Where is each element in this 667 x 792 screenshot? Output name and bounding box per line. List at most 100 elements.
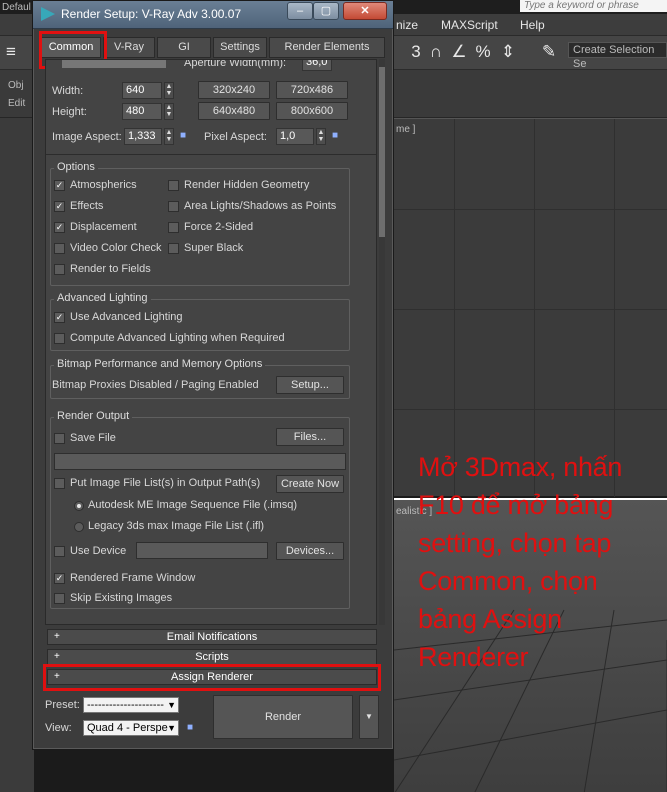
video-color-check-checkbox[interactable] xyxy=(54,243,65,254)
close-button[interactable]: ✕ xyxy=(343,2,387,20)
use-device-checkbox[interactable] xyxy=(54,546,65,557)
max-logo-icon xyxy=(41,7,55,21)
height-input[interactable]: 480 xyxy=(122,103,162,120)
devices-button[interactable]: Devices... xyxy=(276,542,344,560)
viewport-top-right[interactable] xyxy=(394,118,667,497)
preset-dropdown[interactable]: --------------------- ▼ xyxy=(83,697,179,713)
legacy-ifl-label: Legacy 3ds max Image File List (.ifl) xyxy=(88,520,265,532)
aperture-label: Aperture Width(mm): xyxy=(184,59,287,69)
super-black-label: Super Black xyxy=(184,242,244,254)
tab-render-elements[interactable]: Render Elements xyxy=(269,37,385,58)
output-path-field[interactable] xyxy=(54,453,346,470)
area-lights-label: Area Lights/Shadows as Points xyxy=(184,200,337,212)
menu-item-customize[interactable]: nize xyxy=(396,18,418,32)
angle-snap-icon[interactable]: ∠ xyxy=(448,40,470,64)
preset-800x600-button[interactable]: 800x600 xyxy=(276,102,348,120)
skip-existing-images-checkbox[interactable] xyxy=(54,593,65,604)
put-image-file-list-checkbox[interactable] xyxy=(54,478,65,489)
workspace-label: Defaul xyxy=(2,2,31,13)
save-file-checkbox[interactable] xyxy=(54,433,65,444)
image-aspect-input[interactable]: 1,333 xyxy=(124,128,162,145)
render-to-fields-label: Render to Fields xyxy=(70,263,151,275)
image-aspect-lock-icon[interactable]: ■ xyxy=(180,130,190,142)
force-2-sided-label: Force 2-Sided xyxy=(184,221,254,233)
search-input[interactable]: Type a keyword or phrase xyxy=(520,0,667,12)
menu-item-maxscript[interactable]: MAXScript xyxy=(441,18,498,32)
compute-advanced-lighting-checkbox[interactable] xyxy=(54,333,65,344)
rollout-label: Scripts xyxy=(195,651,229,663)
rollout-email-notifications[interactable]: + Email Notifications xyxy=(47,629,377,645)
render-hidden-geometry-checkbox[interactable] xyxy=(168,180,179,191)
rendered-frame-window-label: Rendered Frame Window xyxy=(70,572,196,584)
atmospherics-checkbox[interactable]: ✓ xyxy=(54,180,65,191)
select-list-icon[interactable]: ≡ xyxy=(0,40,22,64)
effects-checkbox[interactable]: ✓ xyxy=(54,201,65,212)
legacy-ifl-radio[interactable] xyxy=(74,522,84,532)
expand-icon: + xyxy=(54,651,60,662)
tab-settings[interactable]: Settings xyxy=(213,37,267,58)
super-black-checkbox[interactable] xyxy=(168,243,179,254)
video-color-check-label: Video Color Check xyxy=(70,242,162,254)
advanced-lighting-title: Advanced Lighting xyxy=(54,292,151,304)
preset-label: Preset: xyxy=(45,699,80,711)
view-value: Quad 4 - Perspe xyxy=(87,722,168,734)
aperture-value[interactable]: 36,0 xyxy=(302,60,332,71)
tab-vray[interactable]: V-Ray xyxy=(103,37,155,58)
device-field[interactable] xyxy=(136,542,268,559)
view-lock-icon[interactable]: ■ xyxy=(187,722,197,734)
use-advanced-lighting-checkbox[interactable]: ✓ xyxy=(54,312,65,323)
use-advanced-lighting-label: Use Advanced Lighting xyxy=(70,311,183,323)
pixel-aspect-label: Pixel Aspect: xyxy=(204,131,267,143)
pixel-aspect-spinner[interactable]: ▲ ▼ xyxy=(316,128,326,145)
panel-scrollbar-thumb[interactable] xyxy=(379,67,385,237)
pixel-aspect-input[interactable]: 1,0 xyxy=(276,128,314,145)
displacement-label: Displacement xyxy=(70,221,137,233)
edit-label: Edit xyxy=(8,98,26,109)
effects-label: Effects xyxy=(70,200,104,212)
bitmap-setup-button[interactable]: Setup... xyxy=(276,376,344,394)
preset-value: --------------------- xyxy=(87,699,164,711)
minimize-button[interactable]: ‒ xyxy=(287,2,313,20)
pixel-aspect-lock-icon[interactable]: ■ xyxy=(332,130,342,142)
files-button[interactable]: Files... xyxy=(276,428,344,446)
render-button[interactable]: Render xyxy=(213,695,353,739)
object-label: Obj xyxy=(8,80,24,91)
use-device-label: Use Device xyxy=(70,545,127,557)
autodesk-imsq-radio[interactable] xyxy=(74,501,84,511)
bitmap-options-title: Bitmap Performance and Memory Options xyxy=(54,358,266,370)
rendered-frame-window-checkbox[interactable]: ✓ xyxy=(54,573,65,584)
magnet-icon[interactable]: ∩ xyxy=(425,40,447,64)
preset-720x486-button[interactable]: 720x486 xyxy=(276,81,348,99)
tab-gi[interactable]: GI xyxy=(157,37,211,58)
height-spinner[interactable]: ▲ ▼ xyxy=(164,103,174,120)
render-to-fields-checkbox[interactable] xyxy=(54,264,65,275)
percent-snap-icon[interactable]: % xyxy=(472,40,494,64)
edit-named-selection-icon[interactable]: ✎ xyxy=(538,40,560,64)
viewport-label-top[interactable]: me ] xyxy=(396,124,415,135)
spinner-snap-icon[interactable]: ⇕ xyxy=(497,40,519,64)
preset-640x480-button[interactable]: 640x480 xyxy=(198,102,270,120)
maximize-button[interactable]: ▢ xyxy=(313,2,339,20)
output-size-dropdown[interactable] xyxy=(62,60,166,68)
render-hidden-geometry-label: Render Hidden Geometry xyxy=(184,179,310,191)
autodesk-imsq-label: Autodesk ME Image Sequence File (.imsq) xyxy=(88,499,298,511)
render-output-title: Render Output xyxy=(54,410,133,422)
snap-toggle-icon[interactable]: 3 xyxy=(405,40,427,64)
annotation-text: Mở 3Dmax, nhấn F10 để mở bảng setting, c… xyxy=(418,452,623,672)
preset-320x240-button[interactable]: 320x240 xyxy=(198,81,270,99)
area-lights-checkbox[interactable] xyxy=(168,201,179,212)
image-aspect-spinner[interactable]: ▲ ▼ xyxy=(164,128,174,145)
width-input[interactable]: 640 xyxy=(122,82,162,99)
save-file-label: Save File xyxy=(70,432,116,444)
rollout-scripts[interactable]: + Scripts xyxy=(47,649,377,665)
menu-item-help[interactable]: Help xyxy=(520,18,545,32)
view-dropdown[interactable]: Quad 4 - Perspe ▼ xyxy=(83,720,179,736)
dialog-titlebar[interactable]: Render Setup: V-Ray Adv 3.00.07 ‒ ▢ ✕ xyxy=(33,1,393,29)
create-now-button[interactable]: Create Now xyxy=(276,475,344,493)
force-2-sided-checkbox[interactable] xyxy=(168,222,179,233)
named-selection-set-field[interactable]: Create Selection Se xyxy=(568,42,667,70)
displacement-checkbox[interactable]: ✓ xyxy=(54,222,65,233)
render-options-button[interactable]: ▼ xyxy=(359,695,379,739)
width-spinner[interactable]: ▲ ▼ xyxy=(164,82,174,99)
skip-existing-images-label: Skip Existing Images xyxy=(70,592,173,604)
